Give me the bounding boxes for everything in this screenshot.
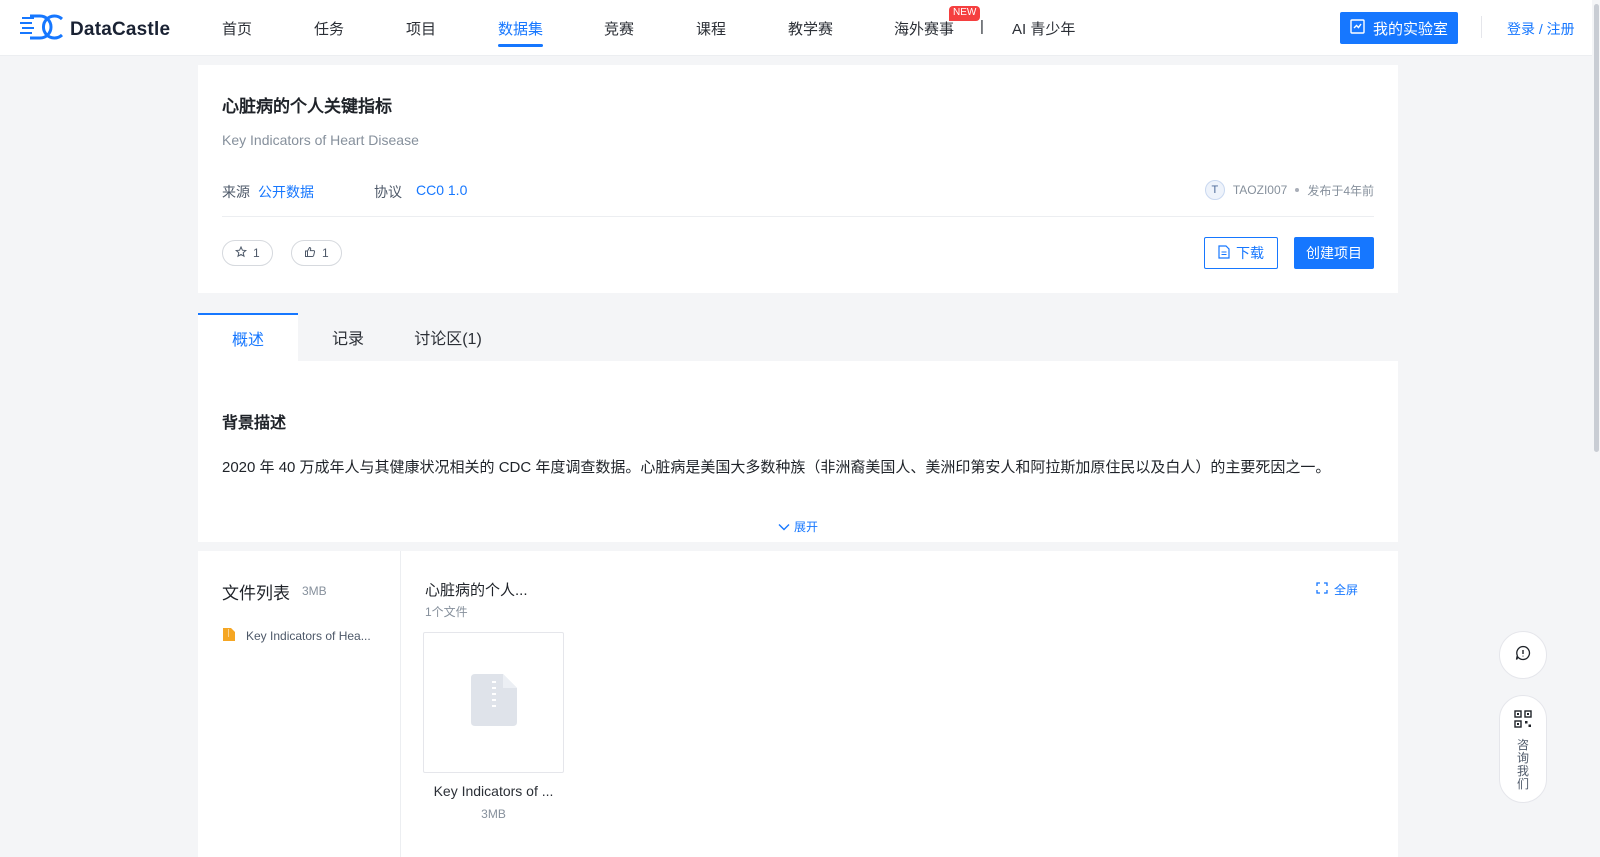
download-label: 下载 — [1236, 245, 1264, 261]
brand-logo[interactable]: DataCastle — [20, 14, 170, 45]
nav-item-home[interactable]: 首页 — [222, 18, 252, 39]
like-count: 1 — [322, 246, 329, 260]
like-button[interactable]: 1 — [291, 240, 342, 266]
datacastle-logo-icon — [20, 14, 64, 45]
fullscreen-label: 全屏 — [1334, 583, 1359, 597]
header-divider — [1481, 16, 1482, 38]
feedback-button[interactable] — [1499, 631, 1547, 679]
login-register-link[interactable]: 登录 / 注册 — [1507, 19, 1575, 39]
nav-item-tasks[interactable]: 任务 — [314, 18, 344, 39]
feedback-icon — [1515, 645, 1531, 666]
file-list-panel: 文件列表 3MB Key Indicators of Hea... — [198, 551, 401, 857]
author-name[interactable]: TAOZI007 — [1233, 183, 1287, 197]
nav-item-courses[interactable]: 课程 — [696, 18, 726, 39]
new-badge: NEW — [949, 6, 981, 21]
download-button[interactable]: 下载 — [1204, 237, 1278, 269]
folder-name: 心脏病的个人... — [425, 582, 528, 599]
card-divider — [222, 216, 1374, 217]
zip-file-icon — [222, 627, 236, 645]
expand-button[interactable]: 展开 — [778, 518, 818, 535]
qr-code-icon — [1514, 710, 1532, 733]
nav-item-overseas-events[interactable]: 海外赛事 — [894, 18, 954, 39]
star-button[interactable]: 1 — [222, 240, 273, 266]
nav-item-ai-youth[interactable]: AI 青少年 — [1012, 18, 1075, 39]
fullscreen-icon — [1316, 582, 1328, 597]
folder-file-count: 1个文件 — [425, 605, 468, 619]
dataset-subtitle: Key Indicators of Heart Disease — [222, 132, 419, 148]
tab-discussion[interactable]: 讨论区(1) — [398, 313, 498, 361]
list-item[interactable]: Key Indicators of Hea... — [222, 627, 376, 645]
star-count: 1 — [253, 246, 260, 260]
document-icon — [1218, 244, 1230, 262]
my-lab-button[interactable]: 我的实验室 — [1340, 12, 1458, 44]
avatar[interactable]: T — [1204, 180, 1225, 200]
page-scrollbar-thumb[interactable] — [1594, 4, 1599, 452]
star-icon — [234, 245, 248, 261]
nav-item-teaching-contest[interactable]: 教学赛 — [788, 18, 833, 39]
source-link[interactable]: 公开数据 — [258, 182, 314, 202]
consult-us-button[interactable]: 咨询我们 — [1499, 695, 1547, 803]
nav-item-datasets[interactable]: 数据集 — [498, 18, 544, 47]
lab-icon — [1350, 18, 1365, 38]
dataset-meta: 来源 公开数据 协议 CC0 1.0 — [222, 182, 467, 202]
dataset-title: 心脏病的个人关键指标 — [222, 97, 392, 116]
consult-us-label: 咨询我们 — [1517, 738, 1530, 791]
zip-file-large-icon — [470, 674, 517, 731]
fullscreen-button[interactable]: 全屏 — [1316, 581, 1358, 598]
license-label: 协议 — [374, 184, 402, 200]
tab-overview[interactable]: 概述 — [198, 313, 298, 361]
file-list-size: 3MB — [302, 584, 327, 598]
file-list-title: 文件列表 — [222, 584, 290, 603]
meta-dot — [1295, 188, 1300, 192]
nav-item-projects[interactable]: 项目 — [406, 18, 436, 39]
brand-name: DataCastle — [70, 18, 171, 40]
create-project-button[interactable]: 创建项目 — [1294, 237, 1374, 269]
nav-item-competitions[interactable]: 竞赛 — [604, 18, 634, 39]
file-thumbnail[interactable] — [423, 632, 564, 773]
top-header: DataCastle 首页 任务 项目 数据集 竞赛 课程 教学赛 海外赛事 A… — [0, 0, 1600, 56]
overview-text: 2020 年 40 万成年人与其健康状况相关的 CDC 年度调查数据。心脏病是美… — [222, 459, 1331, 476]
section-heading: 背景描述 — [222, 415, 287, 432]
thumbnail-file-size: 3MB — [481, 807, 506, 821]
license-link[interactable]: CC0 1.0 — [416, 182, 467, 202]
thumbs-up-icon — [304, 246, 316, 261]
overview-panel: 背景描述 2020 年 40 万成年人与其健康状况相关的 CDC 年度调查数据。… — [198, 361, 1398, 542]
tab-records[interactable]: 记录 — [298, 313, 398, 361]
source-label: 来源 — [222, 184, 250, 200]
nav-separator: | — [980, 18, 984, 35]
thumbnail-file-name[interactable]: Key Indicators of ... — [423, 783, 564, 799]
publish-time: 发布于4年前 — [1307, 183, 1374, 198]
chevron-down-icon — [778, 520, 790, 534]
dataset-info-card: 心脏病的个人关键指标 Key Indicators of Heart Disea… — [198, 65, 1398, 293]
file-browser: 文件列表 3MB Key Indicators of Hea... 心脏病的个人… — [198, 551, 1398, 857]
expand-label: 展开 — [794, 520, 819, 534]
my-lab-label: 我的实验室 — [1372, 20, 1448, 38]
author-info: T TAOZI007 发布于4年前 — [1204, 180, 1374, 200]
file-name: Key Indicators of Hea... — [246, 629, 371, 643]
